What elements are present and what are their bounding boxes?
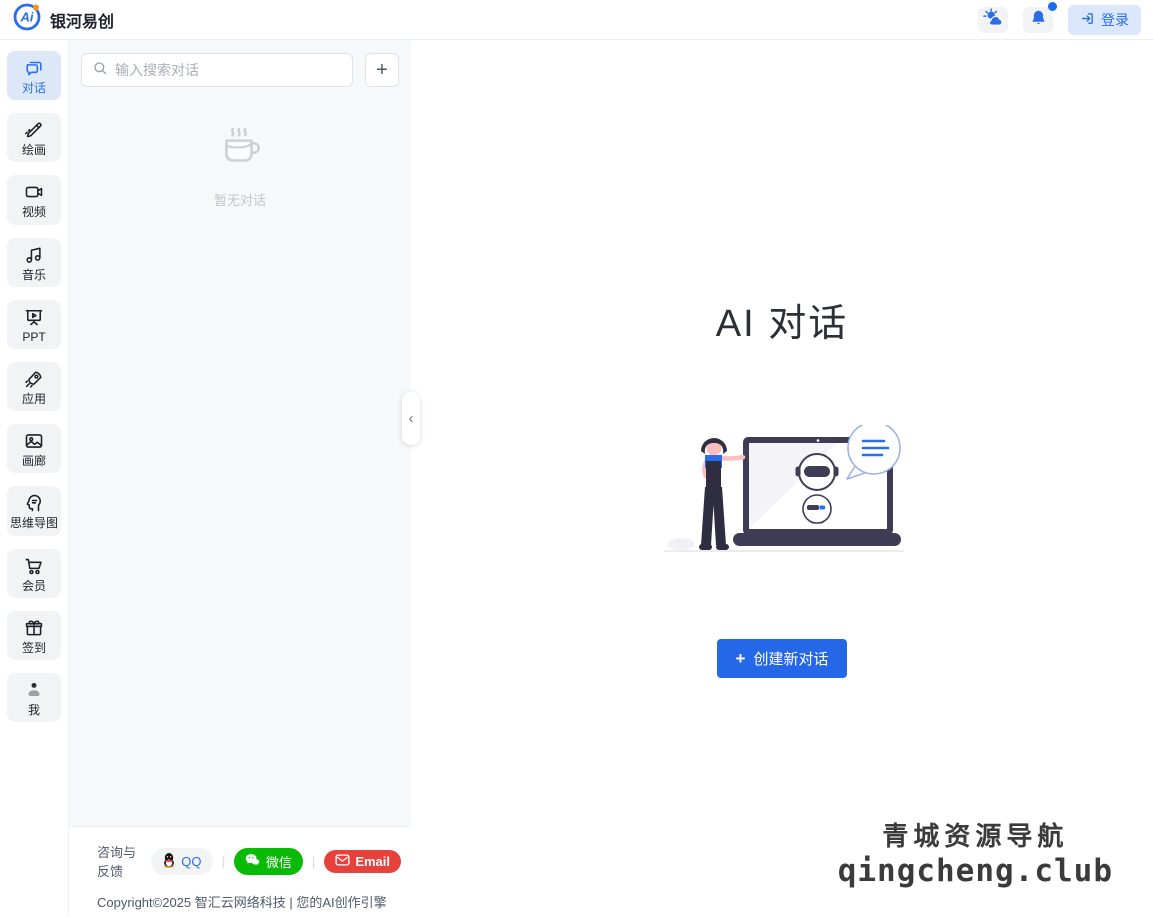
picture-icon [23,430,45,452]
sidebar-item-video[interactable]: 视频 [7,175,61,224]
sidebar-item-label: 画廊 [22,455,46,468]
panel-footer: 咨询与反馈 QQ [69,827,411,917]
sidebar-item-chat[interactable]: 对话 [7,51,61,100]
notification-badge-dot [1048,2,1057,11]
qq-button[interactable]: QQ [151,848,212,875]
svg-text:Ai: Ai [20,10,34,25]
chat-panel-column: + 暂无对话 ‹ 咨询与反馈 [69,40,411,917]
ai-chat-illustration [657,425,907,565]
sidebar-item-gallery[interactable]: 画廊 [7,424,61,473]
chevron-left-icon: ‹ [409,410,414,427]
plus-icon: + [736,650,746,667]
sidebar-item-label: 签到 [22,642,46,655]
search-box [81,53,353,87]
feedback-label: 咨询与反馈 [97,842,142,880]
gift-box-icon [23,617,45,639]
wechat-label: 微信 [266,852,292,871]
sidebar-item-me[interactable]: 我 [7,673,61,722]
sidebar-item-membership[interactable]: 会员 [7,549,61,598]
sidebar-item-label: 应用 [22,393,46,406]
watermark-line1: 青城资源导航 [838,816,1113,853]
sidebar-item-label: 思维导图 [10,517,58,530]
head-brain-icon [23,492,45,514]
sidebar-item-label: 音乐 [22,269,46,282]
sidebar-item-label: 会员 [22,580,46,593]
sidebar-item-mindmap[interactable]: 思维导图 [7,486,61,535]
sidebar-item-checkin[interactable]: 签到 [7,611,61,660]
watermark: 青城资源导航 qingcheng.club [838,816,1113,889]
watermark-line2: qingcheng.club [838,853,1113,889]
presentation-board-icon [23,306,45,328]
email-label: Email [355,854,390,869]
sidebar-item-label: 视频 [22,206,46,219]
brand: Ai 银河易创 [12,2,114,37]
qq-label: QQ [181,854,201,869]
feedback-row: 咨询与反馈 QQ [97,842,401,880]
coffee-cup-icon [217,125,263,178]
separator: | [222,854,225,869]
wechat-icon [245,853,261,870]
brand-name: 银河易创 [50,8,114,32]
left-nav: 对话 绘画 视频 [0,40,69,917]
chat-bubbles-icon [23,57,45,79]
rocket-icon [23,368,45,390]
email-button[interactable]: Email [324,850,401,873]
search-icon [92,60,108,81]
bell-icon [1030,8,1047,32]
sidebar-item-label: 对话 [22,82,46,95]
empty-state: 暂无对话 [81,125,399,209]
sidebar-item-paint[interactable]: 绘画 [7,113,61,162]
login-button[interactable]: 登录 [1068,5,1141,35]
plus-icon: + [376,59,388,82]
app-logo-icon: Ai [12,2,42,37]
empty-state-text: 暂无对话 [214,190,266,209]
create-new-chat-label: 创建新对话 [753,648,828,669]
envelope-icon [335,854,350,869]
qq-penguin-icon [162,852,176,871]
theme-weather-button[interactable] [978,7,1008,33]
shopping-cart-icon [23,555,45,577]
search-input[interactable] [115,62,342,78]
person-icon [23,679,45,701]
header-actions: 登录 [978,5,1141,35]
music-notes-icon [23,244,45,266]
sidebar-item-music[interactable]: 音乐 [7,238,61,287]
search-row: + [81,53,399,87]
separator: | [312,854,315,869]
app-header: Ai 银河易创 [0,0,1153,40]
video-camera-icon [23,181,45,203]
page-title: AI 对话 [716,292,848,347]
sidebar-item-label: 绘画 [22,144,46,157]
layout: 对话 绘画 视频 [0,40,1153,917]
notifications-button[interactable] [1023,7,1053,33]
sidebar-item-apps[interactable]: 应用 [7,362,61,411]
login-arrow-icon [1080,11,1095,29]
sidebar-item-ppt[interactable]: PPT [7,300,61,349]
panel-collapse-handle[interactable]: ‹ [402,392,420,445]
sun-cloud-icon [983,8,1003,32]
login-label: 登录 [1101,10,1129,30]
sidebar-item-label: PPT [22,331,45,344]
wechat-button[interactable]: 微信 [234,848,303,875]
main-content: AI 对话 [411,40,1153,917]
paint-pen-icon [23,119,45,141]
sidebar-item-label: 我 [28,704,40,717]
copyright-text: Copyright©2025 智汇云网络科技 | 您的AI创作引擎 [97,892,401,911]
chat-list-panel: + 暂无对话 [69,40,411,827]
new-chat-plus-button[interactable]: + [365,53,399,87]
create-new-chat-button[interactable]: + 创建新对话 [717,639,848,678]
